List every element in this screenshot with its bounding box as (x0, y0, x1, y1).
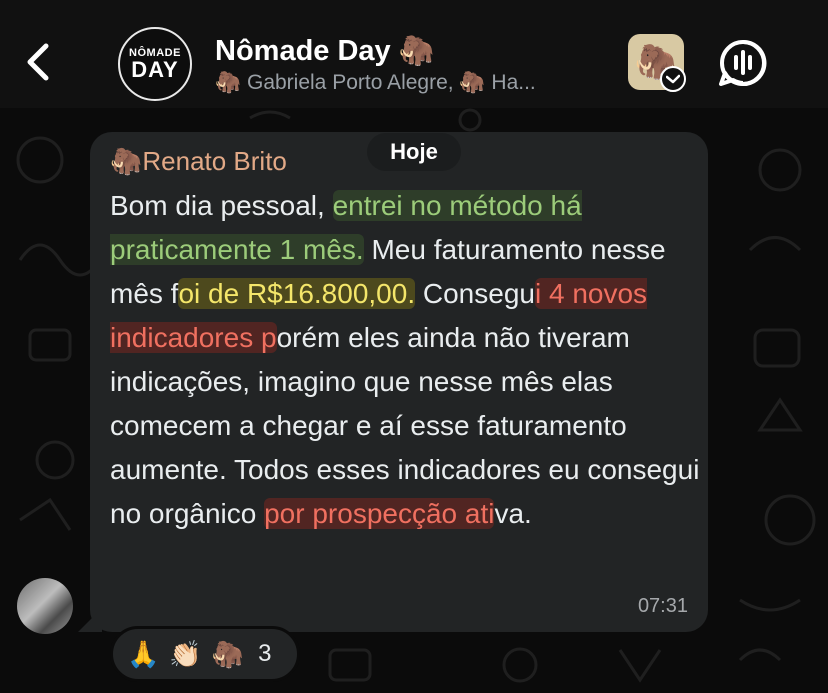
reaction-count: 3 (258, 640, 272, 667)
message-bubble[interactable]: 🦣Renato Brito Bom dia pessoal, entrei no… (90, 132, 708, 632)
highlight-yellow: oi de R$16.800,00. (178, 278, 416, 309)
message-sender-name[interactable]: 🦣Renato Brito (110, 146, 287, 177)
chat-header: NÔMADE DAY Nômade Day 🦣 🦣 Gabriela Porto… (0, 0, 828, 108)
message-text-segment: Bom dia pessoal, (110, 190, 333, 221)
message-text-segment: Consegu (415, 278, 535, 309)
group-avatar-bottom-text: DAY (131, 57, 179, 82)
voice-chat-icon[interactable] (718, 38, 768, 88)
group-title[interactable]: Nômade Day 🦣 (215, 34, 435, 68)
date-separator: Hoje (367, 133, 461, 171)
message-timestamp: 07:31 (637, 595, 688, 617)
message-text: Bom dia pessoal, entrei no método há pra… (110, 184, 700, 536)
reaction-mammoth: 🦣 (211, 639, 245, 669)
highlight-red: por prospecção ati (264, 498, 495, 529)
message-text-segment: va. (494, 498, 532, 529)
reaction-praying-hands: 🙏 (127, 639, 160, 669)
sender-avatar[interactable] (17, 578, 73, 634)
checkmark-icon (660, 66, 686, 92)
group-members-subtitle[interactable]: 🦣 Gabriela Porto Alegre, 🦣 Ha... (215, 71, 536, 95)
reactions-bar[interactable]: 🙏 👏🏻 🦣 3 (110, 626, 300, 682)
reaction-clapping-hands: 👏🏻 (169, 639, 202, 669)
back-chevron-icon[interactable] (22, 40, 56, 84)
group-avatar[interactable]: NÔMADE DAY (118, 27, 192, 101)
